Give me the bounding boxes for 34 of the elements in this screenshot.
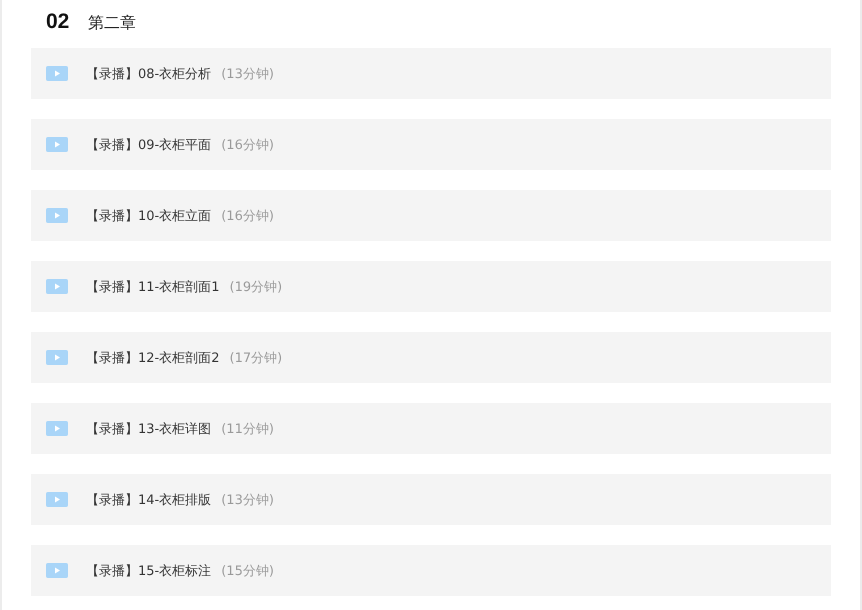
lesson-duration: (16分钟)	[221, 208, 274, 224]
lesson-title: 【录播】08-衣柜分析	[86, 66, 212, 82]
lesson-duration: (13分钟)	[221, 66, 274, 82]
chapter-number: 02	[46, 10, 70, 34]
lesson-row[interactable]: 【录播】15-衣柜标注 (15分钟)	[31, 545, 831, 596]
lesson-title: 【录播】12-衣柜剖面2	[86, 350, 220, 366]
lesson-title: 【录播】15-衣柜标注	[86, 562, 212, 580]
lesson-row[interactable]: 【录播】08-衣柜分析 (13分钟)	[31, 48, 831, 99]
play-icon	[46, 137, 68, 152]
play-icon	[46, 421, 68, 436]
lesson-duration: (17分钟)	[230, 350, 282, 366]
lesson-duration: (19分钟)	[230, 278, 282, 296]
lesson-title: 【录播】09-衣柜平面	[86, 136, 212, 154]
play-icon	[46, 279, 68, 294]
lesson-row[interactable]: 【录播】14-衣柜排版 (13分钟)	[31, 474, 831, 525]
lesson-title: 【录播】13-衣柜详图	[86, 420, 212, 438]
lesson-duration: (11分钟)	[221, 420, 274, 438]
lesson-row[interactable]: 【录播】10-衣柜立面 (16分钟)	[31, 190, 831, 241]
chapter-title: 第二章	[88, 13, 136, 34]
play-icon	[46, 208, 68, 223]
lesson-duration: (16分钟)	[221, 136, 274, 154]
lesson-row[interactable]: 【录播】13-衣柜详图 (11分钟)	[31, 403, 831, 454]
lesson-row[interactable]: 【录播】09-衣柜平面 (16分钟)	[31, 119, 831, 170]
lesson-row[interactable]: 【录播】11-衣柜剖面1 (19分钟)	[31, 261, 831, 312]
lesson-title: 【录播】14-衣柜排版	[86, 492, 212, 508]
play-icon	[46, 66, 68, 81]
lesson-row[interactable]: 【录播】12-衣柜剖面2 (17分钟)	[31, 332, 831, 383]
lesson-title: 【录播】11-衣柜剖面1	[86, 278, 220, 296]
play-icon	[46, 563, 68, 578]
lesson-duration: (13分钟)	[221, 492, 274, 508]
play-icon	[46, 350, 68, 365]
lesson-duration: (15分钟)	[221, 562, 274, 580]
play-icon	[46, 492, 68, 507]
lesson-title: 【录播】10-衣柜立面	[86, 208, 212, 224]
